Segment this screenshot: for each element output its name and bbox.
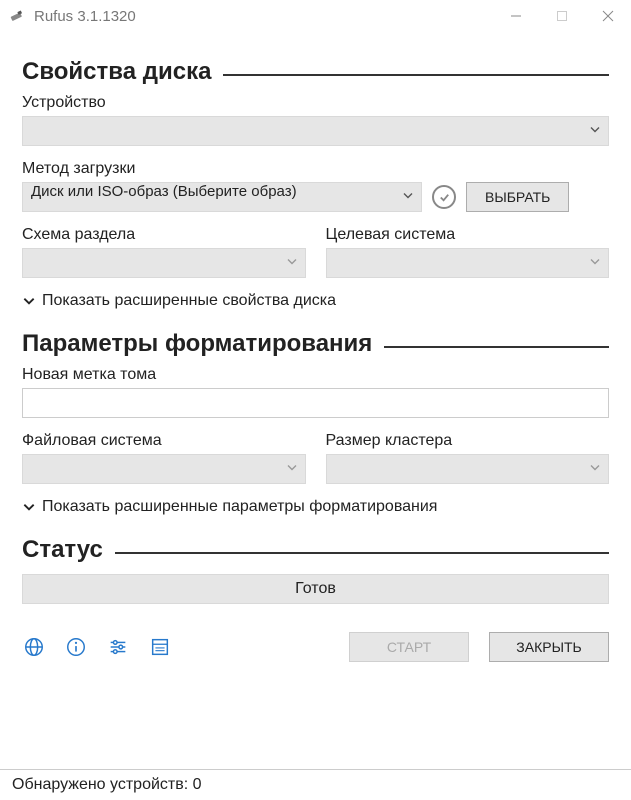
minimize-button[interactable] — [493, 0, 539, 32]
chevron-down-icon — [22, 500, 36, 514]
device-select[interactable] — [22, 116, 609, 146]
label-target-system: Целевая система — [326, 226, 610, 244]
label-cluster-size: Размер кластера — [326, 432, 610, 450]
close-app-button[interactable]: ЗАКРЫТЬ — [489, 632, 609, 662]
log-icon[interactable] — [148, 635, 172, 659]
settings-icon[interactable] — [106, 635, 130, 659]
label-device: Устройство — [22, 94, 609, 112]
window-title: Rufus 3.1.1320 — [34, 8, 136, 25]
expander-format-advanced[interactable]: Показать расширенные параметры форматиро… — [22, 498, 609, 516]
expander-drive-advanced[interactable]: Показать расширенные свойства диска — [22, 292, 609, 310]
section-title-format: Параметры форматирования — [22, 330, 372, 358]
chevron-down-icon — [22, 294, 36, 308]
divider — [384, 346, 609, 348]
section-title-drive: Свойства диска — [22, 58, 211, 86]
footer-status: Обнаружено устройств: 0 — [0, 769, 631, 800]
section-format-options: Параметры форматирования — [22, 330, 609, 358]
devices-found-text: Обнаружено устройств: 0 — [12, 776, 202, 793]
divider — [223, 74, 609, 76]
expander-drive-label: Показать расширенные свойства диска — [42, 292, 336, 310]
select-iso-button[interactable]: ВЫБРАТЬ — [466, 182, 569, 212]
status-bar: Готов — [22, 574, 609, 604]
maximize-button[interactable] — [539, 0, 585, 32]
bottom-toolbar: СТАРТ ЗАКРЫТЬ — [22, 632, 609, 662]
section-title-status: Статус — [22, 536, 103, 564]
file-system-select[interactable] — [22, 454, 306, 484]
volume-label-input[interactable] — [22, 388, 609, 418]
content: Свойства диска Устройство Метод загрузки… — [0, 32, 631, 769]
close-button[interactable] — [585, 0, 631, 32]
language-icon[interactable] — [22, 635, 46, 659]
titlebar: Rufus 3.1.1320 — [0, 0, 631, 32]
boot-selection-select[interactable]: Диск или ISO-образ (Выберите образ) — [22, 182, 422, 212]
target-system-select[interactable] — [326, 248, 610, 278]
app-icon — [8, 7, 26, 25]
label-boot-selection: Метод загрузки — [22, 160, 609, 178]
start-button[interactable]: СТАРТ — [349, 632, 469, 662]
divider — [115, 552, 609, 554]
label-file-system: Файловая система — [22, 432, 306, 450]
section-drive-properties: Свойства диска — [22, 58, 609, 86]
expander-format-label: Показать расширенные параметры форматиро… — [42, 498, 437, 516]
label-volume: Новая метка тома — [22, 366, 609, 384]
label-partition-scheme: Схема раздела — [22, 226, 306, 244]
partition-scheme-select[interactable] — [22, 248, 306, 278]
cluster-size-select[interactable] — [326, 454, 610, 484]
section-status: Статус — [22, 536, 609, 564]
info-icon[interactable] — [64, 635, 88, 659]
check-icon[interactable] — [432, 185, 456, 209]
status-text: Готов — [295, 580, 336, 598]
